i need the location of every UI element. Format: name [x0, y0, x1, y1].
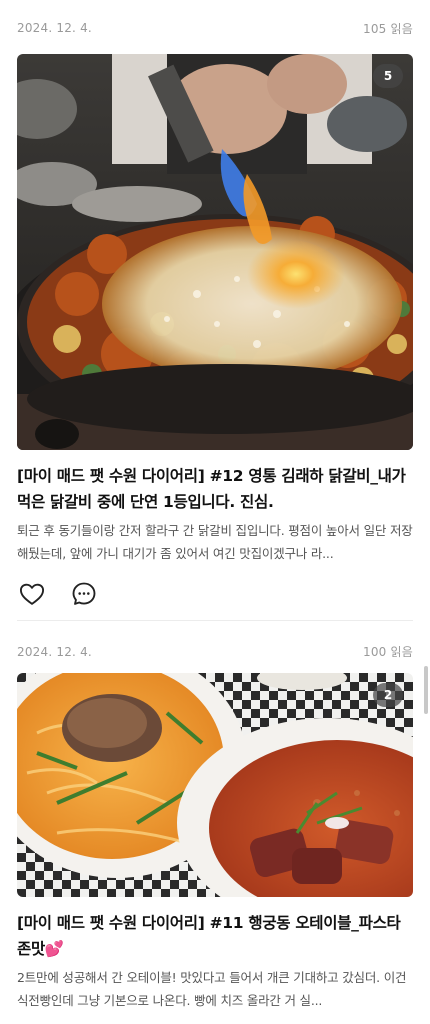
post-excerpt[interactable]: 2트만에 성공해서 간 오테이블! 맛있다고 들어서 개큰 기대하고 갔심더. … — [17, 966, 413, 1012]
comment-button[interactable] — [69, 579, 99, 609]
photo-count-badge: 2 — [373, 683, 403, 707]
post-date: 2024. 12. 4. — [17, 21, 92, 35]
post-thumbnail[interactable]: 5 — [17, 54, 413, 450]
post-meta: 2024. 12. 4. 100 읽음 — [17, 628, 413, 673]
comment-bubble-icon — [72, 582, 96, 605]
post-title[interactable]: [마이 매드 팻 수원 다이어리] #12 영통 김래하 닭갈비_내가 먹은 닭… — [17, 463, 413, 515]
post-thumbnail[interactable]: 2 — [17, 673, 413, 897]
like-button[interactable] — [17, 579, 47, 609]
post-card[interactable]: 2024. 12. 4. 105 읽음 5 [마이 매드 팻 수원 다이어리] … — [17, 0, 413, 609]
post-date: 2024. 12. 4. — [17, 644, 92, 659]
photo-count-badge: 5 — [373, 64, 403, 88]
post-title[interactable]: [마이 매드 팻 수원 다이어리] #11 행궁동 오테이블_파스타 존맛💕 — [17, 910, 413, 962]
post-card[interactable]: 2024. 12. 4. 100 읽음 2 [마이 매드 팻 수원 다이어리] … — [17, 628, 413, 1012]
scrollbar-thumb[interactable] — [424, 666, 428, 714]
pasta-photo — [17, 673, 413, 897]
post-views: 100 읽음 — [363, 645, 413, 659]
post-views: 105 읽음 — [363, 21, 413, 36]
post-meta: 2024. 12. 4. 105 읽음 — [17, 0, 413, 54]
post-excerpt[interactable]: 퇴근 후 동기들이랑 간저 할라구 간 닭갈비 집입니다. 평점이 높아서 일단… — [17, 519, 413, 565]
heart-icon — [19, 583, 45, 605]
post-divider — [17, 620, 413, 621]
dakgalbi-photo — [17, 54, 413, 450]
post-actions — [17, 579, 413, 609]
